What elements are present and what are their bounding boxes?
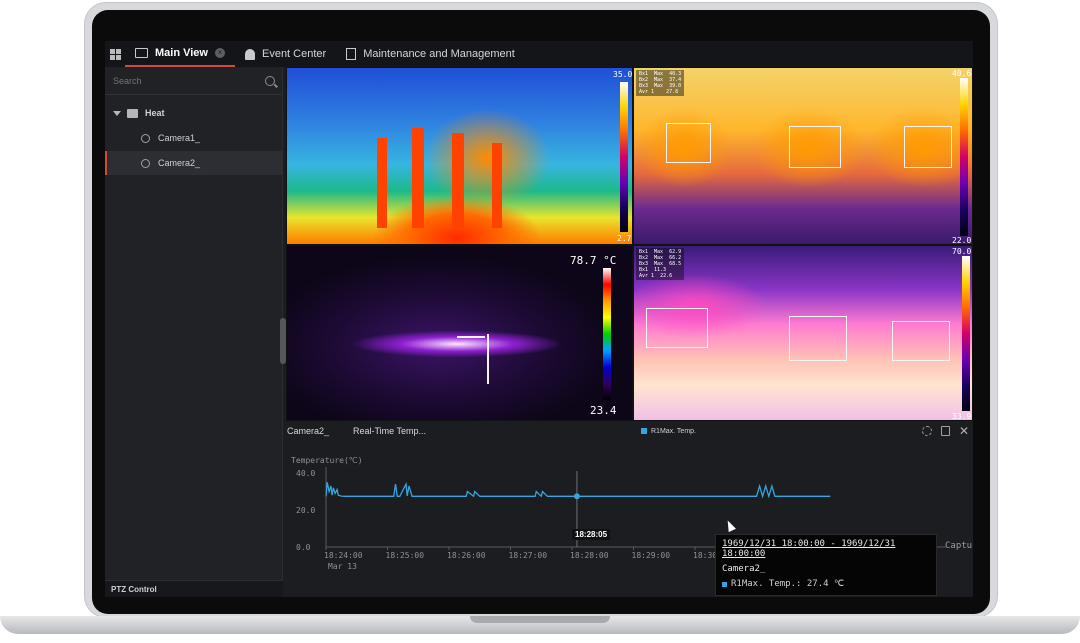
y-tick-label: 0.0 <box>296 543 311 552</box>
tooltip-camera: Camera2_ <box>722 564 766 574</box>
tab-main-view[interactable]: Main View × <box>125 41 235 67</box>
temperature-chart: Temperature(℃) 0.0 20.0 40.0 18:24:00 18:25:0… <box>286 441 973 597</box>
live-view-3[interactable]: 78.7 °C 23.4 <box>286 245 633 421</box>
scale-min: 2.7 <box>617 234 632 243</box>
search-icon[interactable] <box>265 75 275 86</box>
tree-group-heat[interactable]: Heat <box>105 101 283 125</box>
x-tick-label: 18:29:00 <box>632 551 671 560</box>
ptz-control-header[interactable]: PTZ Control <box>105 580 283 597</box>
tooltip-range: 1969/12/31 18:00:00 - 1969/12/31 18:00:0… <box>722 539 896 559</box>
tab-label: Main View <box>155 47 208 59</box>
camera-label: Camera1_ <box>158 133 201 143</box>
scale-max: 35.0 <box>613 70 633 79</box>
insulator-shape <box>412 128 424 228</box>
tooltip-value-text: R1Max. Temp.: 27.4 ℃ <box>731 579 845 589</box>
temperature-scale <box>960 78 968 236</box>
x-tick-label: 18:28:00 <box>570 551 609 560</box>
temperature-scale <box>962 256 970 411</box>
top-tab-bar: Main View × Event Center Maintenance and… <box>105 41 973 67</box>
panel-header: Camera2_ Real-Time Temp... R1Max. Temp. … <box>286 421 973 441</box>
roi-box <box>789 126 841 168</box>
live-view-4[interactable]: Bx1 Max 62.9 Bx2 Max 66.2 Bx3 Max 68.5 Bx1 11.3… <box>633 245 973 421</box>
scale-min: 33.9 <box>952 412 972 421</box>
legend-swatch <box>641 428 647 434</box>
group-label: Heat <box>145 108 165 118</box>
search-input[interactable] <box>113 75 263 86</box>
folder-icon <box>127 108 138 118</box>
camera-icon <box>141 158 150 168</box>
camera-icon <box>141 133 150 143</box>
export-icon[interactable] <box>940 426 950 436</box>
panel-camera-name: Camera2_ <box>287 426 330 436</box>
app-screen: Main View × Event Center Maintenance and… <box>105 41 973 597</box>
x-tick-label: 18:24:00 <box>324 551 363 560</box>
temperature-scale <box>620 82 628 232</box>
data-point-marker <box>573 493 580 500</box>
roi-box <box>646 308 708 348</box>
scale-min: 22.0 <box>952 236 972 245</box>
roi-box <box>904 126 952 168</box>
close-icon[interactable]: × <box>214 48 225 58</box>
ptz-label: PTZ Control <box>111 585 157 594</box>
laptop-frame: Main View × Event Center Maintenance and… <box>0 0 1080 643</box>
laptop-notch <box>470 616 610 623</box>
roi-box <box>789 316 847 361</box>
line-roi <box>487 334 489 384</box>
tree-item-camera2[interactable]: Camera2_ <box>105 151 283 175</box>
legend-swatch <box>722 581 727 587</box>
measurement-table: Bx1 Max 62.9 Bx2 Max 66.2 Bx3 Max 68.5 Bx1 11.3… <box>636 248 685 280</box>
tooltip-value: R1Max. Temp.: 27.4 ℃ <box>722 579 930 589</box>
scale-max: 78.7 °C <box>570 254 617 267</box>
alarm-icon <box>244 48 255 60</box>
legend-label: R1Max. Temp. <box>651 427 696 435</box>
x-tick-label: 18:27:00 <box>509 551 548 560</box>
scale-min: 23.4 <box>590 404 617 417</box>
live-view-1[interactable]: 35.0 2.7 <box>286 67 633 245</box>
time-marker: 18:28:05 <box>572 529 611 540</box>
panel-title[interactable]: Real-Time Temp... <box>353 426 473 436</box>
live-view-grid: 35.0 2.7 Bx1 Max 40.3 Bx2 Max 37.4 Bx3 Max 39.… <box>286 67 973 421</box>
tab-event-center[interactable]: Event Center <box>235 41 336 67</box>
app-grid-icon[interactable] <box>105 41 125 67</box>
tab-label: Event Center <box>261 48 327 60</box>
measurement-table: Bx1 Max 40.3 Bx2 Max 37.4 Bx3 Max 39.0 Avr 1 27… <box>636 70 685 96</box>
search-bar <box>105 67 283 95</box>
y-tick-label: 40.0 <box>296 469 315 478</box>
tab-maintenance[interactable]: Maintenance and Management <box>336 41 525 67</box>
y-tick-label: 20.0 <box>296 506 315 515</box>
temperature-scale <box>603 268 611 400</box>
resource-sidebar: Heat Camera1_ Camera2_ PTZ Control <box>105 67 283 597</box>
x-tick-label: 18:30 <box>693 551 717 560</box>
capture-label[interactable]: Captur <box>945 541 973 551</box>
roi-box <box>666 123 711 163</box>
line-roi <box>457 336 485 338</box>
roi-box <box>892 321 950 361</box>
monitor-icon <box>135 48 148 58</box>
scale-max: 70.0 <box>952 247 972 256</box>
y-axis-title: Temperature(℃) <box>291 456 363 465</box>
close-icon[interactable]: ✕ <box>959 425 969 437</box>
x-sub-label: Mar 13 <box>328 562 357 571</box>
scale-max: 40.6 <box>952 69 972 78</box>
x-tick-label: 18:26:00 <box>447 551 486 560</box>
tree-item-camera1[interactable]: Camera1_ <box>105 126 283 150</box>
camera-label: Camera2_ <box>158 158 201 168</box>
tab-label: Maintenance and Management <box>363 48 515 60</box>
x-tick-label: 18:25:00 <box>386 551 425 560</box>
chart-tooltip: 1969/12/31 18:00:00 - 1969/12/31 18:00:0… <box>715 534 937 596</box>
gear-icon[interactable] <box>921 426 932 436</box>
chevron-down-icon[interactable] <box>113 110 121 116</box>
temperature-panel: Camera2_ Real-Time Temp... R1Max. Temp. … <box>286 421 973 597</box>
insulator-shape <box>492 143 502 228</box>
live-view-2[interactable]: Bx1 Max 40.3 Bx2 Max 37.4 Bx3 Max 39.0 Avr 1 27… <box>633 67 973 245</box>
insulator-shape <box>377 138 387 228</box>
maintenance-icon <box>346 48 357 60</box>
insulator-shape <box>452 133 464 228</box>
